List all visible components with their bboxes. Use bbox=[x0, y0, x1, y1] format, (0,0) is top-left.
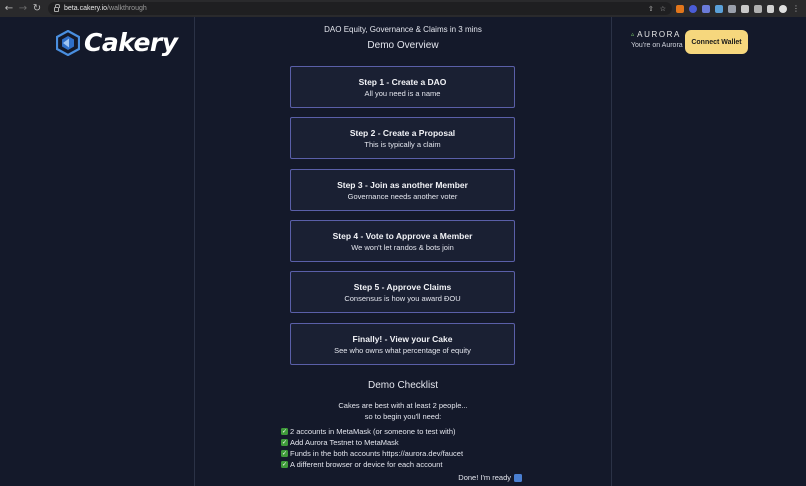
checkmark-icon: ✓ bbox=[281, 450, 288, 457]
checklist-item-text: Funds in the both accounts https://auror… bbox=[290, 449, 464, 458]
new-emoji-icon bbox=[514, 473, 522, 482]
connect-wallet-button[interactable]: Connect Wallet bbox=[685, 30, 748, 54]
checklist-item: ✓ Funds in the both accounts https://auro… bbox=[281, 448, 463, 459]
forward-arrow-icon[interactable]: → bbox=[16, 2, 30, 16]
extension-icon[interactable] bbox=[689, 4, 697, 13]
page-subtitle: DAO Equity, Governance & Claims in 3 min… bbox=[324, 25, 482, 34]
aurora-triangle-icon bbox=[631, 32, 635, 36]
browser-toolbar: ← → ↻ beta.cakery.io/walkthrough ⇧ ☆ ⋮ bbox=[0, 0, 806, 17]
cakery-hexagon-icon bbox=[56, 29, 80, 56]
checkmark-icon: ✓ bbox=[281, 439, 288, 446]
step-3-card[interactable]: Step 3 - Join as another Member Governan… bbox=[290, 169, 515, 211]
metamask-extension-icon[interactable] bbox=[676, 4, 684, 13]
step-final-card[interactable]: Finally! - View your Cake See who owns w… bbox=[290, 323, 515, 365]
step-title: Step 4 - Vote to Approve a Member bbox=[332, 231, 473, 241]
step-description: All you need is a name bbox=[364, 89, 441, 98]
profile-icon[interactable] bbox=[779, 4, 787, 13]
checkmark-icon: ✓ bbox=[281, 461, 288, 468]
checklist-item-text: 2 accounts in MetaMask (or someone to te… bbox=[290, 427, 456, 436]
reading-list-icon[interactable] bbox=[754, 4, 762, 13]
network-status: You're on Aurora bbox=[631, 42, 683, 49]
side-panel-icon[interactable] bbox=[767, 4, 774, 13]
logo-wordmark: Cakery bbox=[84, 28, 178, 57]
checkmark-icon: ✓ bbox=[281, 428, 288, 435]
overview-title: Demo Overview bbox=[367, 40, 439, 51]
checklist-item: ✓ 2 accounts in MetaMask (or someone to t… bbox=[281, 426, 463, 437]
checklist-item-text: Add Aurora Testnet to MetaMask bbox=[290, 438, 399, 447]
url-path: /walkthrough bbox=[107, 5, 147, 12]
step-description: Consensus is how you award ĐOU bbox=[344, 294, 461, 303]
checklist-intro-line: Cakes are best with at least 2 people... bbox=[338, 401, 468, 410]
step-description: This is typically a claim bbox=[364, 140, 441, 149]
requirements-checklist: ✓ 2 accounts in MetaMask (or someone to t… bbox=[281, 426, 463, 470]
share-icon[interactable]: ⇧ bbox=[648, 5, 654, 13]
address-bar[interactable]: beta.cakery.io/walkthrough ⇧ ☆ bbox=[48, 2, 672, 15]
step-2-card[interactable]: Step 2 - Create a Proposal This is typic… bbox=[290, 117, 515, 159]
cakery-logo[interactable]: Cakery bbox=[56, 28, 178, 57]
checklist-item: ✓ A different browser or device for each … bbox=[281, 459, 463, 470]
step-title: Finally! - View your Cake bbox=[352, 334, 453, 344]
step-title: Step 2 - Create a Proposal bbox=[349, 128, 456, 138]
step-description: We won't let randos & bots join bbox=[351, 243, 454, 252]
step-description: Governance needs another voter bbox=[347, 192, 458, 201]
checklist-item-text: A different browser or device for each a… bbox=[290, 460, 443, 469]
extension-icon[interactable] bbox=[702, 4, 710, 13]
checklist-intro-line: so to begin you'll need: bbox=[364, 412, 442, 421]
network-name: AURORA bbox=[637, 30, 681, 39]
done-ready-link[interactable]: Done! I'm ready bbox=[458, 473, 522, 482]
step-4-card[interactable]: Step 4 - Vote to Approve a Member We won… bbox=[290, 220, 515, 262]
url-host: beta.cakery.io bbox=[64, 5, 108, 12]
reload-icon[interactable]: ↻ bbox=[30, 2, 44, 16]
extension-icon[interactable] bbox=[728, 4, 736, 13]
checklist-title: Demo Checklist bbox=[367, 380, 439, 391]
back-arrow-icon[interactable]: ← bbox=[2, 2, 16, 16]
step-title: Step 1 - Create a DAO bbox=[358, 77, 447, 87]
step-5-card[interactable]: Step 5 - Approve Claims Consensus is how… bbox=[290, 271, 515, 313]
step-title: Step 5 - Approve Claims bbox=[353, 282, 452, 292]
checklist-item: ✓ Add Aurora Testnet to MetaMask bbox=[281, 437, 463, 448]
lock-icon bbox=[54, 4, 60, 12]
done-label: Done! I'm ready bbox=[458, 473, 511, 482]
kebab-menu-icon[interactable]: ⋮ bbox=[792, 4, 800, 13]
puzzle-extensions-icon[interactable] bbox=[741, 4, 749, 13]
network-indicator: AURORA You're on Aurora bbox=[631, 30, 683, 49]
right-column-divider bbox=[611, 17, 612, 486]
extension-icon[interactable] bbox=[715, 4, 723, 13]
step-title: Step 3 - Join as another Member bbox=[337, 180, 468, 190]
bookmark-star-icon[interactable]: ☆ bbox=[660, 5, 666, 13]
extensions-bar: ⋮ bbox=[676, 2, 800, 15]
step-1-card[interactable]: Step 1 - Create a DAO All you need is a … bbox=[290, 66, 515, 108]
step-description: See who owns what percentage of equity bbox=[334, 346, 471, 355]
